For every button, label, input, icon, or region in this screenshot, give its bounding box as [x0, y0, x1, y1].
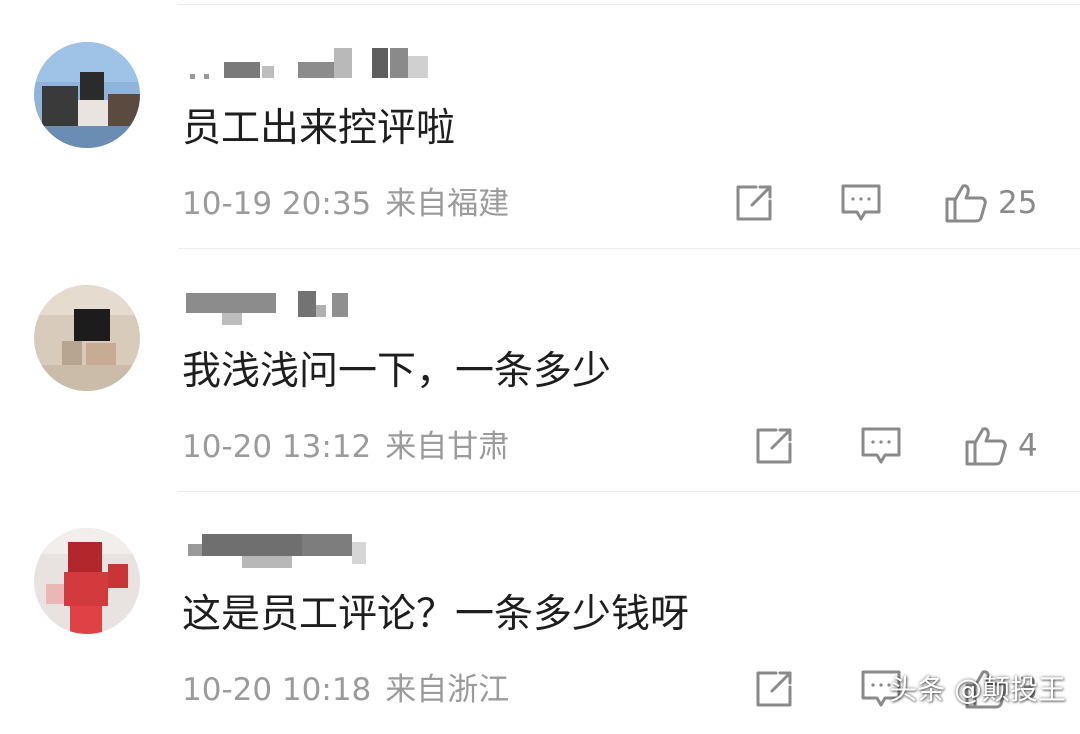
comment-text: 我浅浅问一下，一条多少: [182, 349, 612, 394]
thumbs-up-icon: [944, 181, 988, 225]
divider-top: [178, 4, 1080, 5]
username-blurred[interactable]: [182, 48, 442, 84]
comment-meta: 10-20 10:18 来自浙江: [182, 668, 509, 712]
reply-button[interactable]: [840, 180, 882, 226]
like-count: 4: [1018, 428, 1038, 464]
share-button[interactable]: [734, 180, 774, 226]
share-button[interactable]: [754, 666, 794, 712]
comment-time: 10-20 10:18: [182, 672, 372, 708]
thumbs-up-icon: [964, 424, 1008, 468]
avatar[interactable]: [34, 285, 140, 391]
like-count: 25: [998, 185, 1038, 221]
share-icon: [754, 426, 794, 466]
like-button[interactable]: 25: [944, 180, 1037, 226]
comment-text: 员工出来控评啦: [182, 106, 456, 151]
comment-location: 来自浙江: [385, 672, 510, 708]
share-button[interactable]: [754, 423, 794, 469]
reply-icon: [860, 426, 902, 466]
reply-button[interactable]: [860, 423, 902, 469]
comment-location: 来自甘肃: [385, 429, 510, 465]
comment-location: 来自福建: [385, 186, 510, 222]
comment-meta: 10-20 13:12 来自甘肃: [182, 425, 509, 469]
like-button[interactable]: 4: [964, 423, 1038, 469]
comment-time: 10-20 13:12: [182, 429, 372, 465]
comment-time: 10-19 20:35: [182, 186, 372, 222]
watermark: 头条 @颠投王: [889, 673, 1066, 706]
comment-item: 员工出来控评啦 10-19 20:35 来自福建 25: [0, 6, 1080, 248]
comment-meta: 10-19 20:35 来自福建: [182, 182, 509, 226]
avatar[interactable]: [34, 528, 140, 634]
share-icon: [734, 183, 774, 223]
share-icon: [754, 669, 794, 709]
username-blurred[interactable]: [182, 534, 442, 570]
comment-item: 我浅浅问一下，一条多少 10-20 13:12 来自甘肃 4: [0, 249, 1080, 491]
avatar[interactable]: [34, 42, 140, 148]
comment-text: 这是员工评论？一条多少钱呀: [182, 592, 690, 637]
reply-icon: [840, 183, 882, 223]
username-blurred[interactable]: [182, 291, 442, 327]
